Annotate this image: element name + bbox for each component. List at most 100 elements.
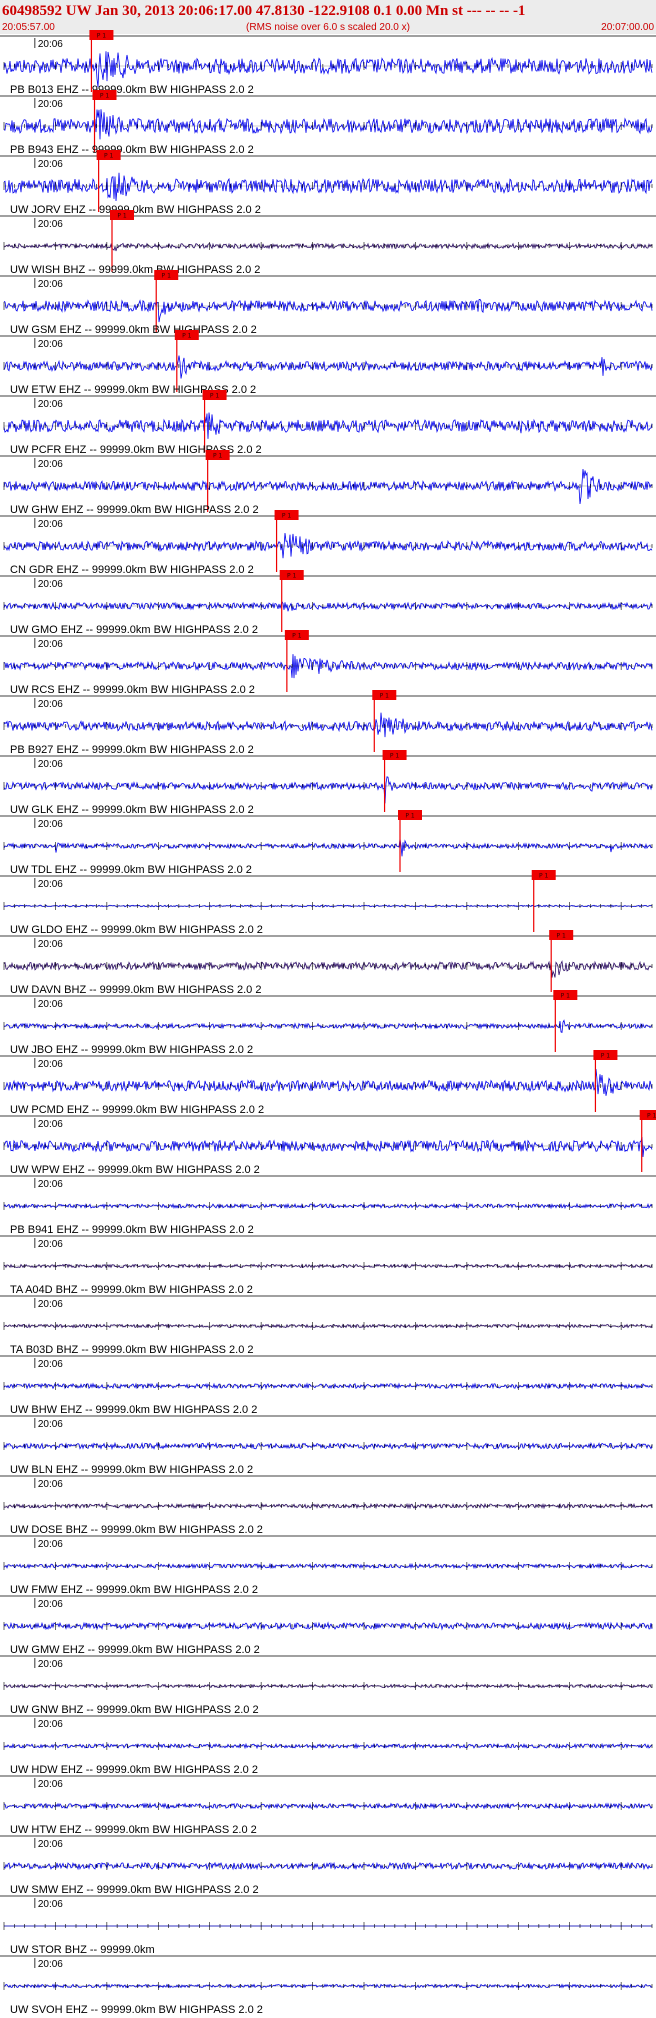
trace-channel: 20:06 P 1 UW GMO EHZ -- 99999.0km BW HIGHP… bbox=[0, 570, 656, 636]
pick-label: P 1 bbox=[647, 1113, 656, 1120]
pick-label: P 1 bbox=[380, 693, 390, 700]
trace-label: UW DAVN BHZ -- 99999.0km BW HIGHPASS 2.0… bbox=[10, 984, 261, 996]
trace-channel: 20:06 UW SMW EHZ -- 99999.0km BW HIGHPASS… bbox=[0, 1835, 656, 1896]
minute-label: 20:06 bbox=[38, 1359, 63, 1370]
waveform-line bbox=[3, 51, 653, 88]
minute-label: 20:06 bbox=[38, 1959, 63, 1970]
trace-label: UW PCMD EHZ -- 99999.0km BW HIGHPASS 2.0… bbox=[10, 1104, 264, 1116]
minute-label: 20:06 bbox=[38, 1839, 63, 1850]
trace-channel: 20:06 P 1 UW GSM EHZ -- 99999.0km BW HIGHP… bbox=[0, 270, 656, 336]
waveform-line bbox=[3, 172, 653, 202]
minute-label: 20:06 bbox=[38, 399, 63, 410]
pick-label: P 1 bbox=[210, 393, 220, 400]
minute-label: 20:06 bbox=[38, 1599, 63, 1610]
waveform-line bbox=[3, 468, 653, 505]
pick-label: P 1 bbox=[104, 153, 114, 160]
trace-channel: 20:06 UW HDW EHZ -- 99999.0km BW HIGHPASS… bbox=[0, 1715, 656, 1776]
minute-label: 20:06 bbox=[38, 459, 63, 470]
pick-label: P 1 bbox=[100, 93, 110, 100]
trace-label: UW HTW EHZ -- 99999.0km BW HIGHPASS 2.0 … bbox=[10, 1824, 257, 1836]
trace-channel: 20:06 UW STOR BHZ -- 99999.0km bbox=[0, 1895, 656, 1956]
pick-label: P 1 bbox=[117, 213, 127, 220]
trace-channel: 20:06 UW GMW EHZ -- 99999.0km BW HIGHPASS… bbox=[0, 1595, 656, 1656]
waveform-line bbox=[3, 242, 653, 252]
trace-label: UW GHW EHZ -- 99999.0km BW HIGHPASS 2.0 … bbox=[10, 504, 259, 516]
trace-channel: 20:06 P 1 UW JORV EHZ -- 99999.0km BW HIGH… bbox=[0, 150, 656, 216]
waveform-line bbox=[3, 1069, 653, 1096]
trace-channel: 20:06 P 1 PB B927 EHZ -- 99999.0km BW HIGH… bbox=[0, 690, 656, 756]
pick-label: P 1 bbox=[405, 813, 415, 820]
trace-label: UW SVOH EHZ -- 99999.0km BW HIGHPASS 2.0… bbox=[10, 2004, 263, 2016]
trace-label: UW GSM EHZ -- 99999.0km BW HIGHPASS 2.0 … bbox=[10, 324, 257, 336]
trace-channel: 20:06 P 1 UW GLDO EHZ -- 99999.0km BW HIGH… bbox=[0, 870, 656, 936]
trace-label: CN GDR EHZ -- 99999.0km BW HIGHPASS 2.0 … bbox=[10, 564, 254, 576]
minute-label: 20:06 bbox=[38, 1659, 63, 1670]
minute-label: 20:06 bbox=[38, 879, 63, 890]
pick-label: P 1 bbox=[390, 753, 400, 760]
trace-channel: 20:06 UW HTW EHZ -- 99999.0km BW HIGHPASS… bbox=[0, 1775, 656, 1836]
trace-channel: 20:06 P 1 UW GLK EHZ -- 99999.0km BW HIGHP… bbox=[0, 750, 656, 816]
minute-label: 20:06 bbox=[38, 1119, 63, 1130]
minute-label: 20:06 bbox=[38, 939, 63, 950]
trace-label: UW TDL EHZ -- 99999.0km BW HIGHPASS 2.0 … bbox=[10, 864, 252, 876]
pick-label: P 1 bbox=[601, 1053, 611, 1060]
minute-label: 20:06 bbox=[38, 219, 63, 230]
trace-label: UW STOR BHZ -- 99999.0km bbox=[10, 1944, 155, 1956]
waveform-line bbox=[3, 412, 653, 439]
pick-label: P 1 bbox=[213, 453, 223, 460]
trace-label: UW BLN EHZ -- 99999.0km BW HIGHPASS 2.0 … bbox=[10, 1464, 253, 1476]
trace-label: UW FMW EHZ -- 99999.0km BW HIGHPASS 2.0 … bbox=[10, 1584, 258, 1596]
waveform-line bbox=[3, 1136, 653, 1158]
trace-label: UW WISH BHZ -- 99999.0km BW HIGHPASS 2.0… bbox=[10, 264, 260, 276]
trace-channel: 20:06 P 1 UW PCMD EHZ -- 99999.0km BW HIGH… bbox=[0, 1050, 656, 1116]
trace-channel: 20:06 UW BLN EHZ -- 99999.0km BW HIGHPASS… bbox=[0, 1415, 656, 1476]
minute-label: 20:06 bbox=[38, 579, 63, 590]
minute-label: 20:06 bbox=[38, 1479, 63, 1490]
trace-label: PB B927 EHZ -- 99999.0km BW HIGHPASS 2.0… bbox=[10, 744, 254, 756]
waveform-line bbox=[3, 776, 653, 804]
minute-label: 20:06 bbox=[38, 1239, 63, 1250]
trace-channel: 20:06 P 1 UW DAVN BHZ -- 99999.0km BW HIGH… bbox=[0, 930, 656, 996]
trace-label: UW RCS EHZ -- 99999.0km BW HIGHPASS 2.0 … bbox=[10, 684, 255, 696]
waveform-line bbox=[3, 532, 653, 559]
traces-group: 20:06P 1PB B013 EHZ -- 99999.0km BW HIGH… bbox=[0, 30, 656, 2016]
trace-channel: 20:06 UW BHW EHZ -- 99999.0km BW HIGHPASS… bbox=[0, 1355, 656, 1416]
minute-label: 20:06 bbox=[38, 279, 63, 290]
minute-label: 20:06 bbox=[38, 1779, 63, 1790]
minute-label: 20:06 bbox=[38, 759, 63, 770]
pick-label: P 1 bbox=[182, 333, 192, 340]
trace-channel: 20:06P 1UW PCFR EHZ -- 99999.0km BW HIGH… bbox=[0, 390, 656, 456]
pick-label: P 1 bbox=[292, 633, 302, 640]
minute-label: 20:06 bbox=[38, 699, 63, 710]
minute-label: 20:06 bbox=[38, 99, 63, 110]
trace-channel: 20:06 P 1 UW WISH BHZ -- 99999.0km BW HIGH… bbox=[0, 210, 656, 276]
minute-label: 20:06 bbox=[38, 1419, 63, 1430]
trace-channel: 20:06 UW GNW BHZ -- 99999.0km BW HIGHPASS… bbox=[0, 1655, 656, 1716]
trace-channel: 20:06 UW SVOH EHZ -- 99999.0km BW HIGHPAS… bbox=[0, 1955, 656, 2016]
trace-label: UW SMW EHZ -- 99999.0km BW HIGHPASS 2.0 … bbox=[10, 1884, 259, 1896]
waveform-line bbox=[3, 838, 653, 857]
trace-channel: 20:06 P 1 UW GHW EHZ -- 99999.0km BW HIGHP… bbox=[0, 450, 656, 516]
trace-label: UW JORV EHZ -- 99999.0km BW HIGHPASS 2.0… bbox=[10, 204, 261, 216]
trace-channel: 20:06 PB B941 EHZ -- 99999.0km BW HIGHPAS… bbox=[0, 1175, 656, 1236]
minute-label: 20:06 bbox=[38, 999, 63, 1010]
minute-label: 20:06 bbox=[38, 1899, 63, 1910]
trace-label: PB B013 EHZ -- 99999.0km BW HIGHPASS 2.0… bbox=[10, 84, 254, 96]
minute-label: 20:06 bbox=[38, 1299, 63, 1310]
trace-label: UW GMW EHZ -- 99999.0km BW HIGHPASS 2.0 … bbox=[10, 1644, 260, 1656]
pick-label: P 1 bbox=[162, 273, 172, 280]
trace-channel: 20:06 UW DOSE BHZ -- 99999.0km BW HIGHPAS… bbox=[0, 1475, 656, 1536]
trace-label: UW GMO EHZ -- 99999.0km BW HIGHPASS 2.0 … bbox=[10, 624, 258, 636]
minute-label: 20:06 bbox=[38, 159, 63, 170]
trace-channel: 20:06 UW FMW EHZ -- 99999.0km BW HIGHPASS… bbox=[0, 1535, 656, 1596]
trace-channel: 20:06 TA B03D BHZ -- 99999.0km BW HIGHPAS… bbox=[0, 1295, 656, 1356]
noise-note: (RMS noise over 6.0 s scaled 20.0 x) bbox=[246, 22, 410, 33]
minute-label: 20:06 bbox=[38, 39, 63, 50]
waveform-line bbox=[3, 600, 653, 612]
trace-channel: 20:06P 1UW ETW EHZ -- 99999.0km BW HIGHP… bbox=[0, 330, 656, 396]
minute-label: 20:06 bbox=[38, 1179, 63, 1190]
trace-channel: 20:06 P 1 PB B943 EHZ -- 99999.0km BW HIGH… bbox=[0, 90, 656, 156]
waveform-line bbox=[3, 109, 653, 140]
trace-label: TA A04D BHZ -- 99999.0km BW HIGHPASS 2.0… bbox=[10, 1284, 253, 1296]
trace-label: UW BHW EHZ -- 99999.0km BW HIGHPASS 2.0 … bbox=[10, 1404, 257, 1416]
